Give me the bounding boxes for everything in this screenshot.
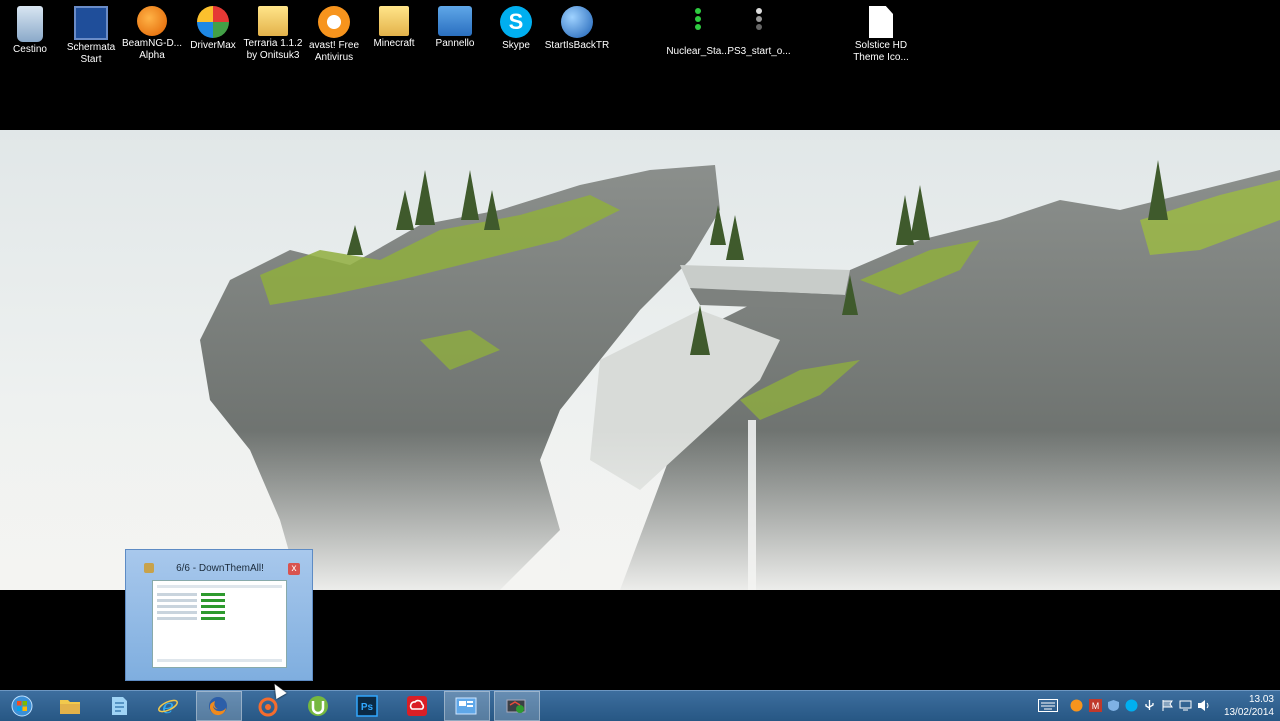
photoshop-icon: Ps xyxy=(356,695,378,717)
start-button[interactable] xyxy=(0,691,46,721)
taskbar-internet-explorer[interactable]: e xyxy=(146,691,192,721)
skype-tray-icon[interactable] xyxy=(1125,699,1138,712)
status-light-green-icon xyxy=(693,8,703,44)
taskbar-firefox[interactable] xyxy=(196,691,242,721)
desktop-icon-skype[interactable]: S Skype xyxy=(483,6,549,52)
network-icon xyxy=(506,699,526,713)
drivermax-icon xyxy=(197,6,229,38)
notepad-icon xyxy=(112,697,127,715)
taskbar-photoshop[interactable]: Ps xyxy=(345,691,391,721)
taskbar: e Ps M 13.03 13/02/2014 xyxy=(0,690,1280,721)
creative-cloud-icon xyxy=(407,696,427,716)
desktop-wallpaper xyxy=(0,130,1280,590)
startisback-icon xyxy=(561,6,593,38)
taskbar-notepad[interactable] xyxy=(97,691,143,721)
skype-icon: S xyxy=(500,6,532,38)
svg-text:e: e xyxy=(162,695,174,717)
thumbnail-row xyxy=(157,599,197,602)
photoshop-label: Ps xyxy=(361,702,374,713)
thumbnail-statusbar xyxy=(157,659,282,662)
folder-icon xyxy=(258,6,288,36)
desktop-icon-label-line2: Antivirus xyxy=(314,52,354,63)
ie-icon: e xyxy=(158,695,178,717)
desktop-icon-cestino[interactable]: Cestino xyxy=(0,6,63,56)
preview-thumbnail[interactable] xyxy=(152,580,287,668)
desktop-icon-minecraft[interactable]: Minecraft xyxy=(361,6,427,50)
cliff-landscape-illustration xyxy=(0,160,1280,590)
usb-tray-icon[interactable] xyxy=(1143,699,1156,712)
desktop-icon-label: PS3_start_o... xyxy=(727,46,791,57)
security-tray-icon[interactable] xyxy=(1107,699,1120,712)
desktop-icon-label: Skype xyxy=(502,40,530,51)
desktop-icon-startisback[interactable]: StartIsBackTR xyxy=(544,6,610,52)
desktop-icon-pannello[interactable]: Pannello xyxy=(422,6,488,50)
folder-icon xyxy=(60,700,80,714)
taskbar-utorrent[interactable] xyxy=(296,691,342,721)
thumbnail-progress xyxy=(201,611,225,614)
thumbnail-toolbar xyxy=(157,585,282,588)
desktop-icon-label-line2: Start xyxy=(80,54,102,65)
desktop-icon-label: StartIsBackTR xyxy=(544,40,610,51)
thumbnail-progress xyxy=(201,617,225,620)
desktop-icon-label-line2: by Onitsuk3 xyxy=(246,50,300,61)
desktop-icon-drivermax[interactable]: DriverMax xyxy=(180,6,246,52)
thumbnail-progress xyxy=(201,599,225,602)
desktop-icon-label: Schermata xyxy=(66,42,116,53)
thumbnail-row xyxy=(157,617,197,620)
desktop-icon-label: Pannello xyxy=(435,38,475,49)
desktop-icon-label: avast! Free xyxy=(308,40,360,51)
desktop-icon-beamng[interactable]: BeamNG-D... Alpha xyxy=(119,6,185,62)
start-screen-icon xyxy=(74,6,108,40)
folder-icon xyxy=(379,6,409,36)
keyboard-icon[interactable] xyxy=(1038,699,1058,712)
desktop-icon-label: Cestino xyxy=(13,44,47,55)
mcafee-tray-icon[interactable]: M xyxy=(1089,699,1102,712)
desktop-icon-schermata-start[interactable]: Schermata Start xyxy=(58,6,124,66)
desktop-icon-label: BeamNG-D... xyxy=(121,38,182,49)
desktop-icon-ps3-start[interactable]: PS3_start_o... xyxy=(726,6,792,58)
avast-icon xyxy=(318,6,350,38)
desktop-icon-label: DriverMax xyxy=(190,40,236,51)
clock-date: 13/02/2014 xyxy=(1223,707,1274,718)
clock-time: 13.03 xyxy=(1248,694,1274,705)
preview-close-button[interactable]: x xyxy=(288,563,300,575)
desktop-icon-label-line2: Alpha xyxy=(139,50,165,61)
desktop-icon-label: Terraria 1.1.2 xyxy=(243,38,303,49)
avast-tray-icon[interactable] xyxy=(1070,699,1083,712)
desktop-icon-solstice[interactable]: Solstice HD Theme Ico... xyxy=(848,6,914,64)
action-center-flag-icon[interactable] xyxy=(1161,699,1174,712)
desktop-icon-avast[interactable]: avast! Free Antivirus xyxy=(301,6,367,64)
beamng-icon xyxy=(137,6,167,36)
taskbar-origin[interactable] xyxy=(246,691,292,721)
recycle-bin-icon xyxy=(17,6,43,42)
taskbar-thumbnail-preview[interactable]: 6/6 - DownThemAll! x xyxy=(125,549,313,681)
thumbnail-progress xyxy=(201,605,225,608)
taskbar-file-explorer[interactable] xyxy=(48,691,94,721)
volume-icon[interactable] xyxy=(1197,699,1210,712)
desktop-icon-label-line2: Theme Ico... xyxy=(853,52,909,63)
thumbnail-progress xyxy=(201,593,225,596)
network-tray-icon[interactable] xyxy=(1179,699,1192,712)
taskbar-network-tool[interactable] xyxy=(494,691,540,721)
desktop-icon-label: Minecraft xyxy=(373,38,415,49)
utorrent-icon xyxy=(308,696,328,716)
thumbnail-row xyxy=(157,611,197,614)
svg-text:M: M xyxy=(1092,701,1100,711)
taskbar-control-panel[interactable] xyxy=(444,691,490,721)
desktop-icon-label: Solstice HD xyxy=(854,40,908,51)
thumbnail-row xyxy=(157,593,197,596)
file-icon xyxy=(869,6,893,38)
control-panel-icon xyxy=(438,6,472,36)
thumbnail-row xyxy=(157,605,197,608)
desktop-icon-terraria[interactable]: Terraria 1.1.2 by Onitsuk3 xyxy=(240,6,306,62)
desktop-icon-label: Nuclear_Sta... xyxy=(666,46,730,57)
firefox-icon xyxy=(209,697,227,716)
windows-orb-icon xyxy=(11,695,33,717)
taskbar-creative-cloud[interactable] xyxy=(395,691,441,721)
status-light-grey-icon xyxy=(754,8,764,44)
control-panel-icon xyxy=(455,697,477,715)
desktop-icon-nuclear-start[interactable]: Nuclear_Sta... xyxy=(665,6,731,58)
preview-title: 6/6 - DownThemAll! xyxy=(176,563,264,574)
taskbar-clock[interactable]: 13.03 13/02/2014 xyxy=(1224,693,1274,719)
